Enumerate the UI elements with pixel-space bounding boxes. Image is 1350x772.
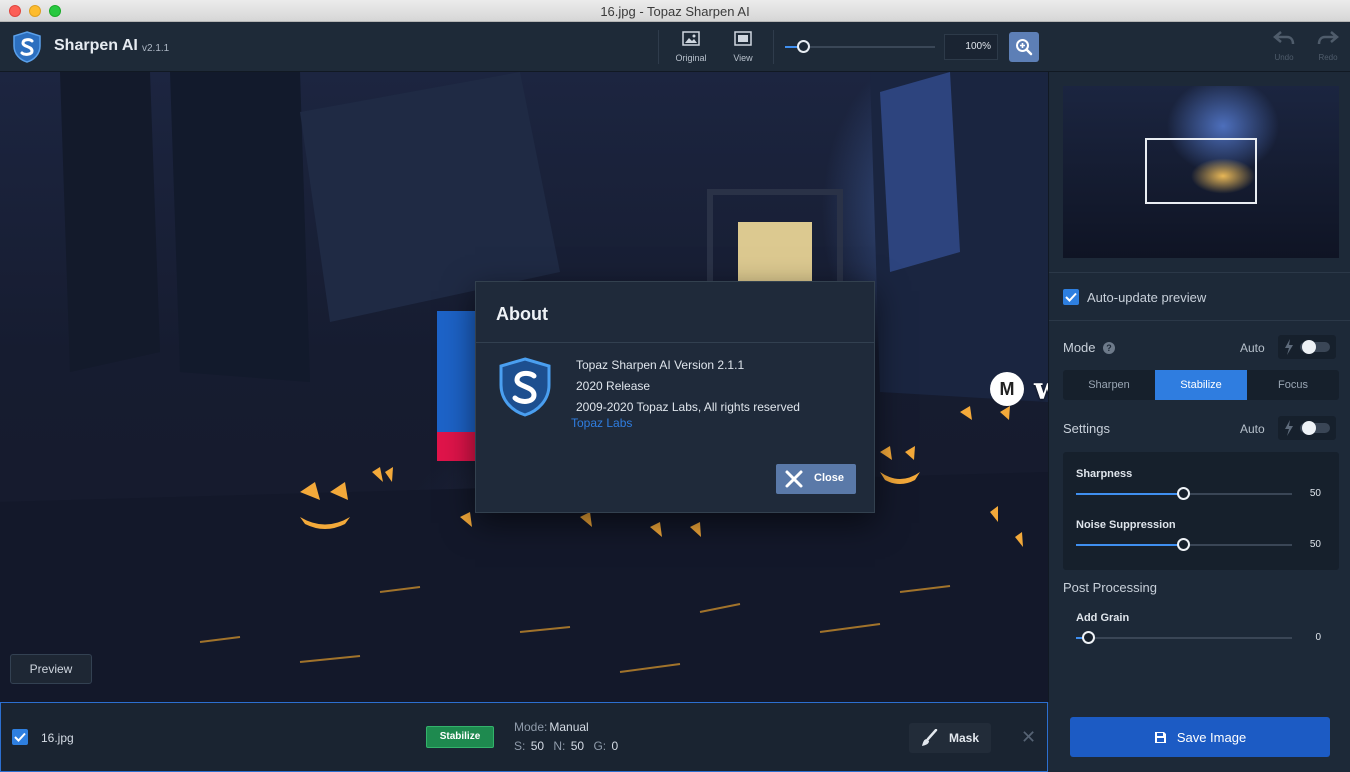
mask-label: Mask (949, 731, 980, 745)
sharpen-ai-logo-icon (13, 31, 41, 63)
view-button[interactable]: View (712, 22, 774, 72)
help-icon[interactable]: ? (1103, 342, 1115, 354)
mode-badge: Stabilize (426, 726, 494, 748)
redo-icon (1317, 31, 1339, 45)
about-close-button[interactable]: Close (776, 464, 856, 494)
settings-auto-label: Auto (1240, 422, 1265, 436)
toggle-knob (1302, 421, 1316, 435)
lightning-icon (1285, 420, 1293, 436)
zoom-slider-handle[interactable] (797, 40, 810, 53)
background-dialog-edge-red (437, 432, 477, 461)
save-image-label: Save Image (1176, 729, 1247, 745)
save-image-button[interactable]: Save Image (1070, 717, 1330, 757)
zoom-in-button[interactable] (1009, 32, 1039, 62)
auto-update-checkbox[interactable] (1063, 289, 1079, 305)
file-name[interactable]: 16.jpg (41, 731, 74, 745)
topaz-labs-link[interactable]: Topaz Labs (571, 416, 632, 430)
sharpness-value: 50 (1309, 488, 1321, 499)
mode-auto-label: Auto (1240, 341, 1265, 355)
window-title: 16.jpg - Topaz Sharpen AI (600, 4, 750, 19)
mode-option-stabilize[interactable]: Stabilize (1155, 370, 1247, 400)
checkmark-icon (14, 732, 26, 742)
save-area: Save Image (1048, 702, 1350, 772)
single-view-icon (712, 31, 774, 49)
redo-label: Redo (1318, 53, 1338, 62)
settings-panel: Auto-update preview Mode ? Auto Sharpen … (1048, 72, 1350, 702)
window-titlebar: 16.jpg - Topaz Sharpen AI (0, 0, 1350, 22)
add-grain-value: 0 (1315, 632, 1321, 643)
settings-sliders-box: Sharpness 50 Noise Suppression 50 (1063, 452, 1339, 570)
post-processing-label: Post Processing (1063, 580, 1157, 595)
settings-label: Settings (1063, 421, 1110, 436)
mask-button[interactable]: Mask (909, 723, 991, 753)
panel-divider (1049, 272, 1350, 273)
checkmark-icon (1065, 292, 1077, 302)
mode-option-sharpen[interactable]: Sharpen (1063, 370, 1155, 400)
watermark-badge: M (990, 372, 1024, 406)
mode-summary: Mode: Manual (514, 720, 589, 734)
add-grain-label: Add Grain (1076, 612, 1130, 624)
sharpness-slider-fill (1076, 493, 1184, 495)
g-value: 0 (611, 739, 619, 753)
auto-update-label: Auto-update preview (1087, 290, 1207, 305)
brush-icon (922, 729, 938, 746)
file-select-checkbox[interactable] (12, 729, 28, 745)
g-prefix: G: (593, 739, 607, 753)
add-grain-slider-track[interactable] (1076, 637, 1292, 639)
close-icon (785, 470, 803, 488)
zoom-percentage-field[interactable]: 100% (944, 34, 998, 60)
navigator-viewport-rect[interactable] (1145, 138, 1257, 204)
watermark-text: www.MacZ.com (1034, 371, 1048, 407)
noise-suppression-slider-handle[interactable] (1177, 538, 1190, 551)
panel-divider (1049, 320, 1350, 321)
sharpness-slider-handle[interactable] (1177, 487, 1190, 500)
about-copyright: 2009-2020 Topaz Labs, All rights reserve… (576, 400, 800, 414)
about-title: About (496, 304, 548, 324)
save-disk-icon (1154, 731, 1166, 743)
app-name: Sharpen AI (54, 37, 138, 54)
lightning-icon (1285, 339, 1293, 355)
about-version: Topaz Sharpen AI Version 2.1.1 (576, 358, 745, 372)
about-divider (476, 342, 874, 343)
file-queue-strip: 16.jpg Stabilize Mode: Manual S: 50 N: 50… (0, 702, 1048, 772)
app-version: v2.1.1 (142, 43, 170, 54)
mode-segmented-control[interactable]: Sharpen Stabilize Focus (1063, 370, 1339, 400)
top-toolbar: Sharpen AI v2.1.1 Original View 100% Und… (0, 22, 1350, 72)
settings-auto-toggle[interactable] (1278, 416, 1336, 440)
noise-suppression-label: Noise Suppression (1076, 519, 1176, 531)
toolbar-divider (773, 30, 774, 64)
remove-file-icon[interactable]: ✕ (1021, 727, 1036, 748)
noise-suppression-slider-fill (1076, 544, 1184, 546)
sharpen-ai-logo-icon (499, 357, 551, 417)
toolbar-divider (658, 30, 659, 64)
n-prefix: N: (553, 739, 566, 753)
undo-button[interactable]: Undo (1269, 30, 1299, 62)
mode-option-focus[interactable]: Focus (1247, 370, 1339, 400)
s-value: 50 (530, 739, 545, 753)
about-close-label: Close (814, 472, 844, 484)
navigator-thumbnail[interactable] (1063, 86, 1339, 258)
watermark: M www.MacZ.com (990, 371, 1048, 407)
n-value: 50 (570, 739, 585, 753)
mode-prefix: Mode: (514, 720, 548, 734)
mode-auto-toggle[interactable] (1278, 335, 1336, 359)
about-dialog: About Topaz Sharpen AI Version 2.1.1 202… (475, 281, 875, 513)
s-prefix: S: (514, 739, 526, 753)
mode-label: Mode (1063, 340, 1096, 355)
mode-value: Manual (549, 720, 589, 734)
settings-summary: S: 50 N: 50 G: 0 (514, 739, 624, 753)
toggle-knob (1302, 340, 1316, 354)
magnifier-plus-icon (1016, 39, 1033, 56)
view-label: View (733, 53, 753, 63)
add-grain-slider-handle[interactable] (1082, 631, 1095, 644)
noise-suppression-value: 50 (1309, 539, 1321, 550)
undo-icon (1273, 31, 1295, 45)
preview-button[interactable]: Preview (10, 654, 92, 684)
undo-label: Undo (1274, 53, 1294, 62)
sharpness-label: Sharpness (1076, 468, 1133, 480)
redo-button[interactable]: Redo (1313, 30, 1343, 62)
about-release: 2020 Release (576, 379, 651, 393)
